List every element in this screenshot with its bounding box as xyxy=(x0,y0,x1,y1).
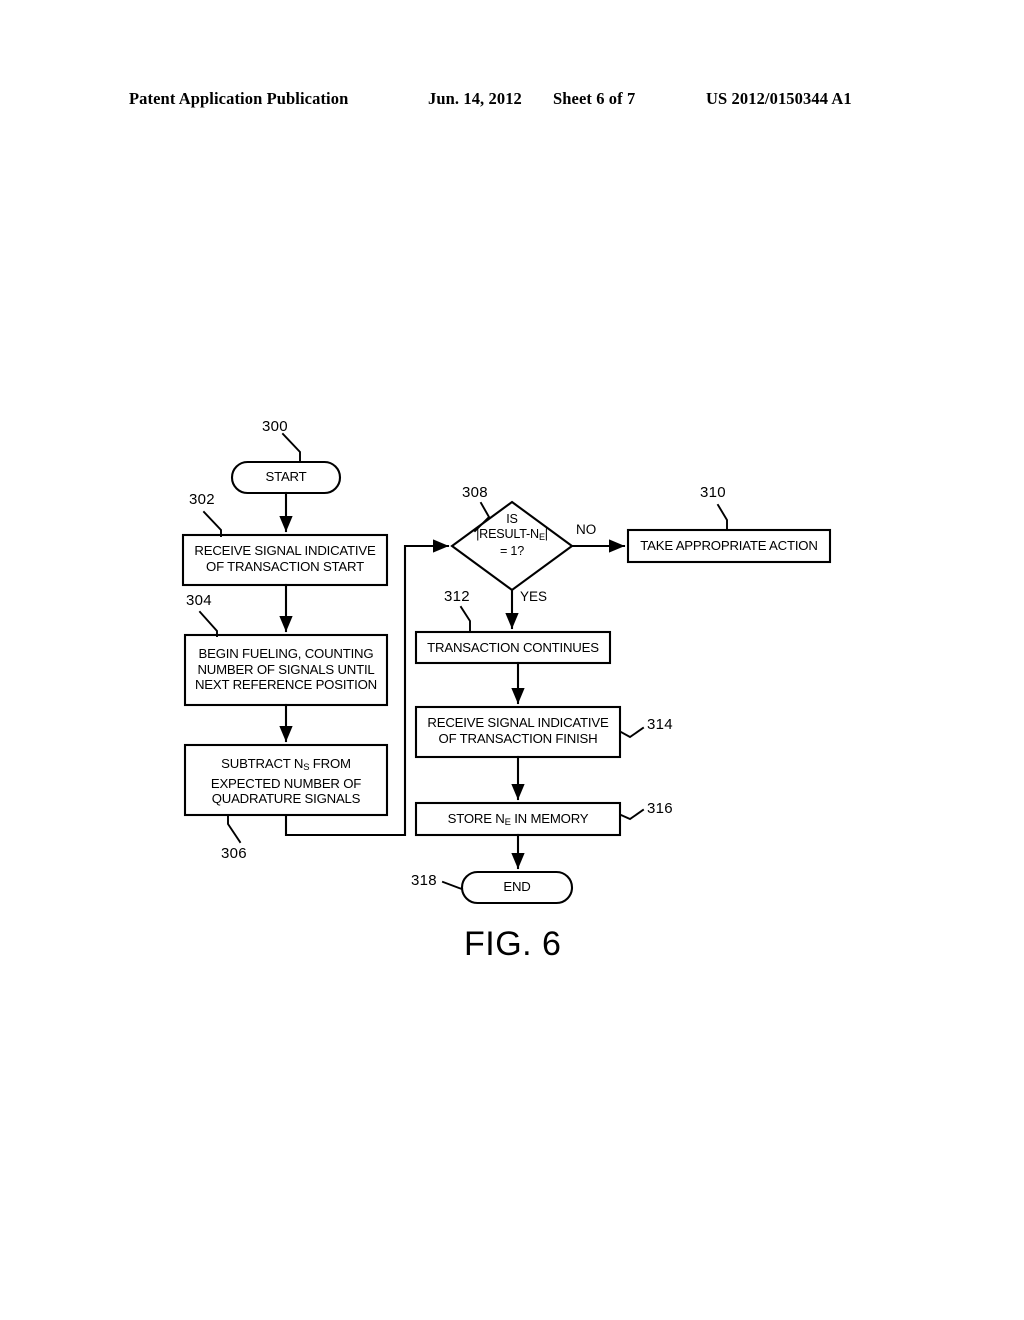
leader-300 xyxy=(281,432,301,462)
shape-take-action xyxy=(626,528,832,564)
ref-number-312: 312 xyxy=(444,588,470,605)
shape-receive-finish xyxy=(414,705,622,759)
leader-306 xyxy=(227,815,242,844)
ref-number-308: 308 xyxy=(462,484,488,501)
leader-314 xyxy=(619,726,645,739)
shape-start xyxy=(230,460,342,495)
ref-number-318: 318 xyxy=(411,872,437,889)
ref-number-300: 300 xyxy=(262,418,288,435)
leader-316 xyxy=(619,808,645,821)
edge-306-to-308 xyxy=(284,539,450,837)
leader-304 xyxy=(198,610,218,637)
ref-number-314: 314 xyxy=(647,716,673,733)
shape-begin-fueling xyxy=(183,633,389,707)
edge-label-no: NO xyxy=(576,522,597,537)
shape-receive-start xyxy=(181,533,389,587)
shape-store-ne xyxy=(414,801,622,837)
shape-end xyxy=(460,870,574,905)
figure-6-flowchart: START RECEIVE SIGNAL INDICATIVE OF TRANS… xyxy=(0,0,1024,1320)
leader-310 xyxy=(716,503,728,530)
ref-number-310: 310 xyxy=(700,484,726,501)
shape-decision xyxy=(450,500,574,592)
ref-number-316: 316 xyxy=(647,800,673,817)
leader-302 xyxy=(202,510,222,537)
shape-transaction-continues xyxy=(414,630,612,665)
leader-318 xyxy=(441,880,464,891)
shape-subtract xyxy=(183,743,389,817)
leader-312 xyxy=(459,605,471,632)
figure-caption: FIG. 6 xyxy=(464,925,562,963)
ref-number-306: 306 xyxy=(221,845,247,862)
ref-number-304: 304 xyxy=(186,592,212,609)
ref-number-302: 302 xyxy=(189,491,215,508)
edge-label-yes: YES xyxy=(520,589,548,604)
flowchart-vector-layer xyxy=(181,432,832,905)
